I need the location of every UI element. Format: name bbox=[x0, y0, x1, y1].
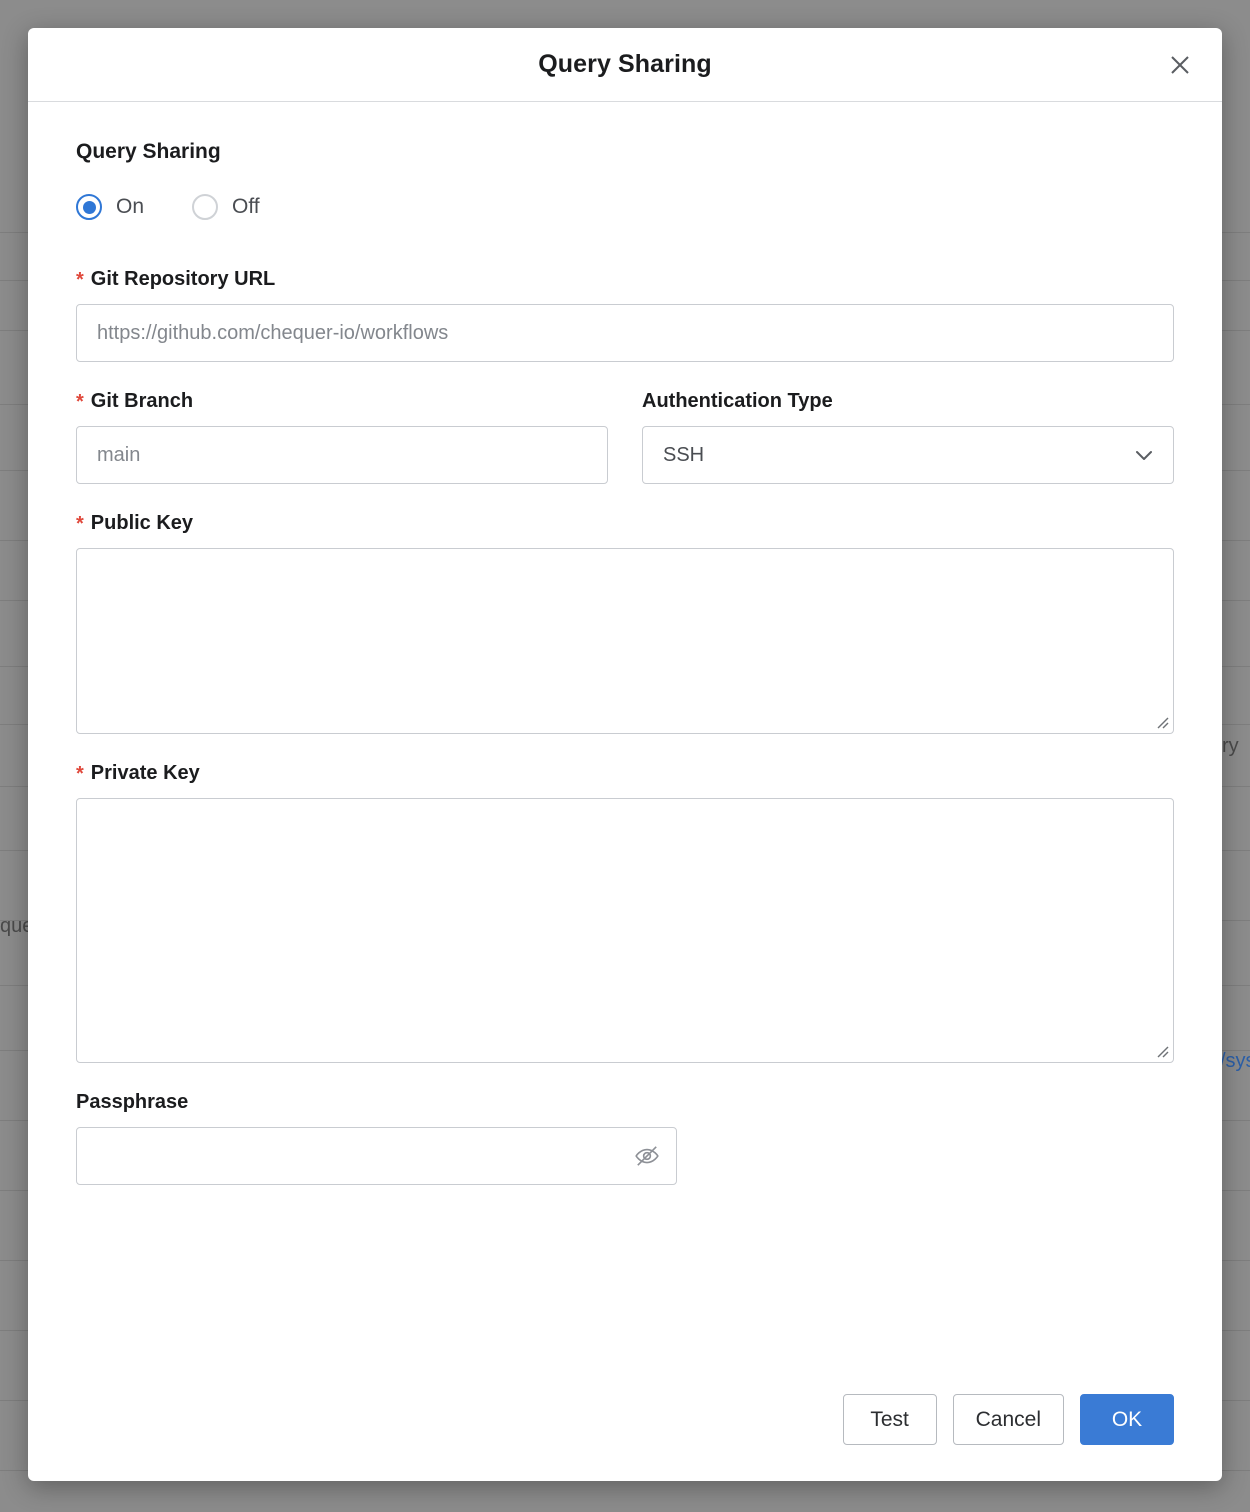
git-repository-url-input[interactable] bbox=[76, 304, 1174, 362]
close-icon-glyph bbox=[1169, 54, 1191, 76]
test-button[interactable]: Test bbox=[843, 1394, 937, 1445]
radio-label-on: On bbox=[116, 195, 144, 219]
label-passphrase: Passphrase bbox=[76, 1091, 1174, 1114]
authentication-type-value: SSH bbox=[663, 444, 704, 467]
ok-button[interactable]: OK bbox=[1080, 1394, 1174, 1445]
required-asterisk: * bbox=[76, 270, 84, 290]
private-key-textarea[interactable] bbox=[76, 798, 1174, 1063]
radio-mark-on bbox=[76, 194, 102, 220]
label-git-repository-url: * Git Repository URL bbox=[76, 268, 1174, 291]
label-text: Private Key bbox=[91, 762, 200, 785]
private-key-wrap bbox=[76, 798, 1174, 1063]
col-authentication-type: Authentication Type SSH bbox=[642, 390, 1174, 484]
git-branch-input[interactable] bbox=[76, 426, 608, 484]
label-text: Git Branch bbox=[91, 390, 193, 413]
radio-option-on[interactable]: On bbox=[76, 194, 144, 220]
dialog-header: Query Sharing bbox=[28, 28, 1222, 102]
close-icon[interactable] bbox=[1160, 45, 1200, 85]
background-cell-text: ry bbox=[1222, 735, 1239, 758]
field-git-branch: * Git Branch bbox=[76, 390, 608, 484]
passphrase-input[interactable] bbox=[76, 1127, 677, 1185]
required-asterisk: * bbox=[76, 392, 84, 412]
public-key-textarea[interactable] bbox=[76, 548, 1174, 734]
query-sharing-toggle[interactable]: On Off bbox=[76, 194, 1174, 220]
public-key-wrap bbox=[76, 548, 1174, 734]
branch-auth-row: * Git Branch Authentication Type SSH bbox=[76, 390, 1174, 484]
label-text: Public Key bbox=[91, 512, 193, 535]
col-git-branch: * Git Branch bbox=[76, 390, 608, 484]
field-public-key: * Public Key bbox=[76, 512, 1174, 734]
dialog-body: Query Sharing On Off * Git Repository UR… bbox=[28, 102, 1222, 1372]
authentication-type-select[interactable]: SSH bbox=[642, 426, 1174, 484]
passphrase-wrap bbox=[76, 1127, 677, 1185]
label-text: Git Repository URL bbox=[91, 268, 275, 291]
eye-off-icon[interactable] bbox=[631, 1140, 663, 1172]
field-private-key: * Private Key bbox=[76, 762, 1174, 1063]
radio-option-off[interactable]: Off bbox=[192, 194, 260, 220]
label-authentication-type: Authentication Type bbox=[642, 390, 1174, 413]
background-link-text: /syst bbox=[1220, 1050, 1250, 1073]
field-passphrase: Passphrase bbox=[76, 1091, 1174, 1185]
query-sharing-dialog: Query Sharing Query Sharing On Off * Git… bbox=[28, 28, 1222, 1481]
required-asterisk: * bbox=[76, 514, 84, 534]
dialog-footer: Test Cancel OK bbox=[28, 1372, 1222, 1481]
radio-mark-off bbox=[192, 194, 218, 220]
section-title: Query Sharing bbox=[76, 140, 1174, 164]
required-asterisk: * bbox=[76, 764, 84, 784]
label-text: Authentication Type bbox=[642, 390, 833, 413]
radio-label-off: Off bbox=[232, 195, 260, 219]
label-text: Passphrase bbox=[76, 1091, 188, 1114]
label-private-key: * Private Key bbox=[76, 762, 1174, 785]
eye-off-icon-glyph bbox=[634, 1143, 660, 1169]
field-git-repository-url: * Git Repository URL bbox=[76, 268, 1174, 362]
authentication-type-select-wrap: SSH bbox=[642, 426, 1174, 484]
cancel-button[interactable]: Cancel bbox=[953, 1394, 1064, 1445]
label-public-key: * Public Key bbox=[76, 512, 1174, 535]
label-git-branch: * Git Branch bbox=[76, 390, 608, 413]
field-authentication-type: Authentication Type SSH bbox=[642, 390, 1174, 484]
page-title: Query Sharing bbox=[538, 50, 712, 79]
